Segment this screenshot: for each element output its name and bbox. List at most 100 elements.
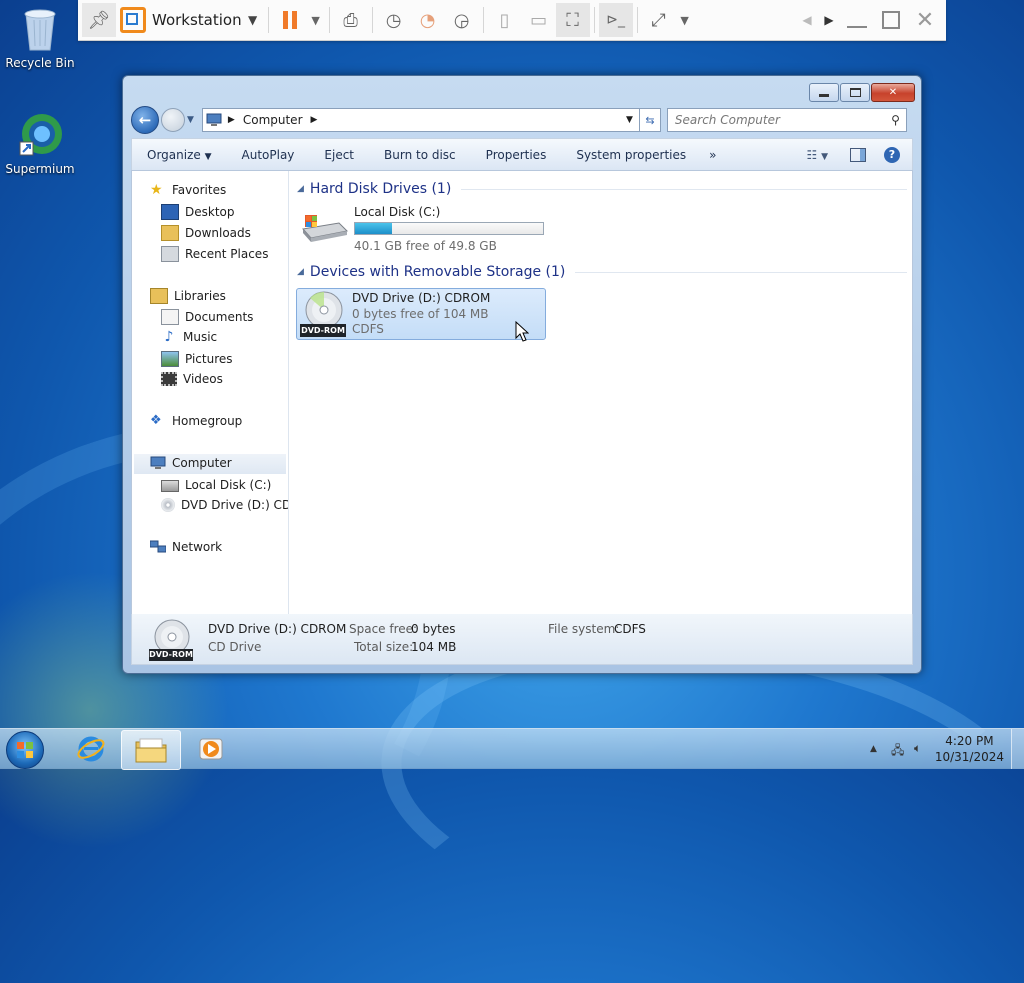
search-input[interactable]: Search Computer (675, 113, 780, 127)
window-maximize-button[interactable] (840, 83, 870, 102)
snapshot-manager-icon[interactable]: ◶ (445, 3, 479, 37)
volume-icon[interactable]: 🔈︎ (914, 741, 921, 756)
close-icon[interactable]: ✕ (908, 3, 942, 37)
burn-to-disc-button[interactable]: Burn to disc (369, 148, 471, 162)
collapse-icon[interactable]: ◢ (297, 267, 304, 277)
nav-libraries[interactable]: Libraries (150, 288, 226, 304)
group-header-hard-disk-drives[interactable]: ◢ Hard Disk Drives (1) (297, 181, 907, 197)
nav-dvd-drive[interactable]: DVD Drive (D:) CDRO (161, 498, 288, 512)
start-button[interactable] (6, 731, 44, 769)
mouse-cursor-icon (515, 321, 529, 342)
drive-tile-local-disk[interactable]: Local Disk (C:) 40.1 GB free of 49.8 GB (299, 205, 544, 253)
network-icon (150, 540, 166, 554)
change-view-icon[interactable]: ☷ ▼ (807, 148, 829, 162)
nav-pictures[interactable]: Pictures (161, 351, 233, 367)
breadcrumb-chevron-icon[interactable]: ▶ (228, 115, 235, 125)
documents-icon (161, 309, 179, 325)
nav-homegroup[interactable]: ❖ Homegroup (150, 414, 242, 429)
search-icon[interactable]: ⚲ (891, 113, 900, 127)
console-icon[interactable]: ⊳_ (598, 3, 633, 37)
nav-downloads[interactable]: Downloads (161, 225, 251, 241)
fullscreen-icon[interactable]: ⤢ (642, 3, 676, 37)
recent-pages-icon[interactable]: ▼ (187, 115, 194, 125)
drive-tile-dvd[interactable]: DVD-ROM DVD Drive (D:) CDROM 0 bytes fre… (296, 288, 546, 340)
revert-snapshot-icon[interactable]: ◔ (411, 3, 445, 37)
refresh-icon[interactable]: ⇆ (639, 108, 661, 132)
group-header-removable-storage[interactable]: ◢ Devices with Removable Storage (1) (297, 264, 907, 280)
eject-button[interactable]: Eject (309, 148, 369, 162)
desktop-icon-label: Recycle Bin (5, 56, 75, 70)
details-dvd-icon: DVD-ROM (149, 618, 195, 662)
collapse-icon[interactable]: ◢ (297, 184, 304, 194)
snapshot-icon[interactable]: ◷ (377, 3, 411, 37)
address-dropdown-icon[interactable]: ▼ (626, 115, 633, 125)
file-system-label: File system: (548, 622, 620, 636)
computer-icon (150, 456, 166, 470)
nav-music[interactable]: ♪ Music (161, 329, 218, 345)
send-keys-icon[interactable]: ⎙ (334, 3, 368, 37)
library-view-icon[interactable]: ▯ (488, 3, 522, 37)
back-button[interactable]: ← (131, 106, 159, 134)
properties-button[interactable]: Properties (471, 148, 562, 162)
hard-disk-icon (161, 480, 179, 492)
desktop-folder-icon (161, 204, 179, 220)
content-pane: ◢ Hard Disk Drives (1) Local Disk (C:) 4… (289, 171, 912, 615)
search-box[interactable]: Search Computer ⚲ (666, 108, 907, 132)
workstation-logo-icon (120, 7, 146, 33)
nav-favorites[interactable]: ★ Favorites (150, 183, 226, 197)
preview-pane-icon[interactable] (850, 147, 866, 162)
breadcrumb-computer[interactable]: Computer (243, 113, 303, 127)
organize-button[interactable]: Organize ▼ (132, 148, 227, 162)
nav-network[interactable]: Network (150, 540, 222, 554)
minimize-icon[interactable] (840, 3, 874, 37)
desktop-icon-supermium[interactable]: Supermium (2, 112, 78, 176)
thumbnail-view-icon[interactable]: ▭ (522, 3, 556, 37)
forward-button[interactable] (161, 108, 185, 132)
help-icon[interactable]: ? (884, 146, 900, 163)
taskbar-media-player[interactable] (183, 730, 241, 768)
power-dropdown-icon[interactable]: ▼ (307, 3, 325, 37)
separator (267, 7, 269, 33)
show-hidden-icons-icon[interactable]: ▲ (870, 744, 877, 754)
nav-videos[interactable]: Videos (161, 372, 223, 386)
drive-name: Local Disk (C:) (354, 205, 441, 219)
nav-recent-places[interactable]: Recent Places (161, 246, 268, 262)
nav-desktop[interactable]: Desktop (161, 204, 235, 220)
nav-local-disk[interactable]: Local Disk (C:) (161, 477, 271, 492)
pin-icon[interactable]: 📌︎ (82, 3, 116, 37)
downloads-folder-icon (161, 225, 179, 241)
capacity-bar (354, 222, 544, 235)
taskbar-internet-explorer[interactable] (62, 730, 120, 768)
media-player-icon (199, 738, 223, 760)
navigation-pane: ★ Favorites Desktop Downloads Recent Pla… (132, 171, 289, 615)
explorer-window: ✕ ← ▼ ▶ Computer ▶ ▼ ⇆ Search Computer ⚲… (122, 75, 922, 674)
more-commands-button[interactable]: » (701, 148, 724, 162)
nav-computer[interactable]: Computer (150, 456, 232, 470)
restore-icon[interactable] (874, 3, 908, 37)
taskbar-windows-explorer[interactable] (121, 730, 181, 770)
fit-guest-icon[interactable]: ⛶ (555, 3, 590, 37)
fullscreen-dropdown-icon[interactable]: ▼ (676, 3, 694, 37)
music-icon: ♪ (164, 329, 174, 345)
network-tray-icon[interactable]: 🖧︎ (891, 741, 904, 762)
drive-free-space: 40.1 GB free of 49.8 GB (354, 239, 497, 253)
vm-toolbar: 📌︎ Workstation ▼ ▼ ⎙ ◷ ◔ ◶ ▯ ▭ ⛶ ⊳_ ⤢ ▼ … (78, 0, 946, 41)
space-free-label: Space free: (349, 622, 418, 636)
taskbar: ▲ 🖧︎ 🔈︎ 4:20 PM 10/31/2024 (0, 728, 1024, 770)
show-desktop-button[interactable] (1011, 729, 1024, 769)
autoplay-button[interactable]: AutoPlay (227, 148, 310, 162)
caption-buttons: ✕ (808, 83, 915, 102)
system-properties-button[interactable]: System properties (561, 148, 701, 162)
next-tab-icon[interactable]: ▶ (818, 3, 840, 37)
window-close-button[interactable]: ✕ (871, 83, 915, 102)
address-bar[interactable]: ▶ Computer ▶ ▼ (201, 108, 640, 132)
title-dropdown-icon[interactable]: ▼ (242, 3, 264, 37)
clock[interactable]: 4:20 PM 10/31/2024 (935, 733, 1004, 765)
window-minimize-button[interactable] (809, 83, 839, 102)
pause-icon[interactable] (273, 3, 307, 37)
desktop-icon-recycle-bin[interactable]: Recycle Bin (2, 6, 78, 70)
nav-documents[interactable]: Documents (161, 309, 253, 325)
prev-tab-icon[interactable]: ◀ (796, 3, 818, 37)
breadcrumb-chevron-icon[interactable]: ▶ (311, 115, 318, 125)
drive-file-system: CDFS (352, 322, 384, 336)
